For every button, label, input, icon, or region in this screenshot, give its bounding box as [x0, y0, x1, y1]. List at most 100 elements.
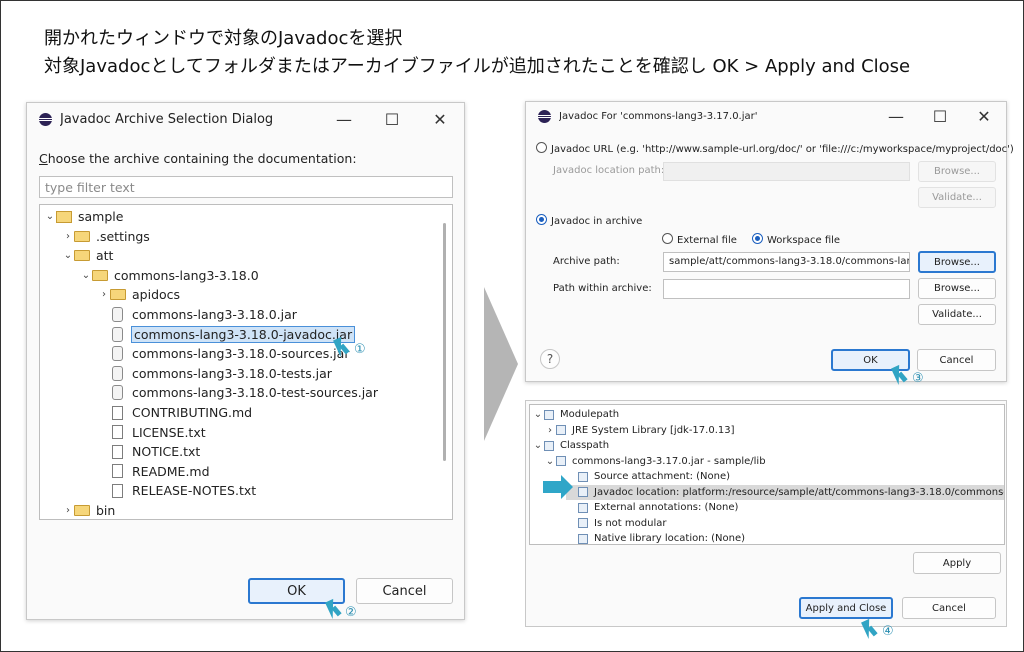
highlight-arrow-icon: [543, 475, 573, 499]
chevron-down-icon[interactable]: ⌄: [62, 250, 74, 261]
tree-item[interactable]: commons-lang3-3.18.0-javadoc.jar: [98, 325, 356, 344]
tree-item[interactable]: NOTICE.txt: [98, 442, 200, 461]
folder-icon: [74, 230, 90, 242]
validate-archive-button[interactable]: Validate...: [918, 304, 996, 325]
apply-button[interactable]: Apply: [913, 552, 1001, 574]
close-button[interactable]: ✕: [962, 107, 1006, 126]
entry-icon: [578, 518, 588, 528]
jar-file-icon: [112, 365, 123, 381]
flow-arrow-icon: [484, 287, 518, 441]
filter-input[interactable]: type filter text: [39, 176, 453, 198]
path-within-input[interactable]: [663, 279, 910, 299]
folder-icon: [74, 250, 90, 262]
apply-and-close-button[interactable]: Apply and Close: [799, 597, 893, 619]
radio-selected-icon: [752, 233, 763, 244]
tree-item[interactable]: ⌄ sample: [44, 207, 124, 226]
tree-item-label: commons-lang3-3.17.0.jar - sample/lib: [572, 455, 766, 467]
text-file-icon: [112, 483, 123, 498]
tree-item[interactable]: LICENSE.txt: [98, 423, 206, 442]
modulepath-node[interactable]: ⌄ Modulepath: [532, 407, 619, 422]
tree-item-label: commons-lang3-3.18.0-tests.jar: [132, 365, 332, 381]
maximize-button[interactable]: ☐: [918, 107, 962, 126]
tree-item-label: Classpath: [560, 440, 610, 451]
chevron-down-icon[interactable]: ⌄: [80, 270, 92, 281]
minimize-button[interactable]: —: [320, 110, 368, 129]
archive-selection-dialog: Javadoc Archive Selection Dialog — ☐ ✕ C…: [26, 102, 465, 620]
tree-item[interactable]: ⌄ commons-lang3-3.18.0: [80, 266, 259, 285]
entry-icon: [544, 440, 554, 451]
markdown-file-icon: [112, 405, 123, 420]
tree-item[interactable]: CONTRIBUTING.md: [98, 403, 252, 422]
tree-item-label: NOTICE.txt: [132, 444, 201, 460]
chevron-down-icon[interactable]: ⌄: [44, 211, 56, 222]
tree-item[interactable]: › .settings: [62, 227, 150, 246]
jar-file-icon: [112, 307, 123, 322]
chevron-right-icon[interactable]: ›: [62, 505, 74, 516]
tree-item-label: att: [96, 248, 114, 264]
path-within-label: Path within archive:: [553, 283, 652, 294]
tree-scrollbar[interactable]: [443, 223, 446, 461]
tree-item-label: apidocs: [132, 287, 181, 303]
eclipse-icon: [39, 112, 52, 126]
tree-item[interactable]: › bin: [62, 501, 116, 519]
tree-item[interactable]: commons-lang3-3.18.0-sources.jar: [98, 344, 349, 363]
not-modular-node[interactable]: Is not modular: [566, 516, 666, 531]
tree-item[interactable]: ⌄ att: [62, 246, 114, 265]
instruction-line-2: 対象Javadocとしてフォルダまたはアーカイブファイルが追加されたことを確認し…: [44, 56, 911, 77]
workspace-tree[interactable]: ⌄ sample › .settings ⌄ att ⌄ commons-lang3-3.18…: [39, 204, 453, 520]
browse-archive-button[interactable]: Browse...: [918, 251, 996, 273]
native-library-node[interactable]: Native library location: (None): [566, 531, 745, 544]
chevron-down-icon[interactable]: ⌄: [544, 456, 556, 467]
chevron-right-icon[interactable]: ›: [544, 425, 556, 436]
text-file-icon: [112, 425, 123, 440]
chevron-down-icon[interactable]: ⌄: [532, 409, 544, 420]
step-4-marker: ④: [882, 624, 894, 639]
browse-within-button[interactable]: Browse...: [918, 278, 996, 299]
workspace-file-radio[interactable]: Workspace file: [752, 233, 840, 246]
tree-item[interactable]: commons-lang3-3.18.0-test-sources.jar: [98, 383, 378, 402]
build-path-tree[interactable]: ⌄ Modulepath › JRE System Library [jdk-17.0…: [529, 404, 1005, 545]
classpath-node[interactable]: ⌄ Classpath: [532, 438, 609, 453]
tree-item[interactable]: › apidocs: [98, 285, 180, 304]
location-path-input[interactable]: [663, 162, 910, 181]
validate-url-button[interactable]: Validate...: [918, 187, 996, 208]
archive-prompt-label: Choose the archive containing the docume…: [39, 151, 357, 166]
javadoc-location-node[interactable]: Javadoc location: platform:/resource/sam…: [566, 484, 1004, 500]
tree-item-label: LICENSE.txt: [132, 424, 206, 440]
cancel-button[interactable]: Cancel: [356, 578, 453, 604]
minimize-button[interactable]: —: [874, 107, 918, 126]
chevron-right-icon[interactable]: ›: [98, 289, 110, 300]
url-radio[interactable]: Javadoc URL (e.g. 'http://www.sample-url…: [536, 142, 1014, 155]
archive-radio[interactable]: Javadoc in archive: [536, 214, 642, 227]
external-annotations-node[interactable]: External annotations: (None): [566, 500, 738, 515]
tree-item-label: bin: [96, 503, 116, 518]
maximize-button[interactable]: ☐: [368, 110, 416, 129]
tree-item[interactable]: README.md: [98, 462, 210, 481]
folder-icon: [110, 289, 126, 301]
chevron-down-icon[interactable]: ⌄: [532, 440, 544, 451]
tree-item-label: CONTRIBUTING.md: [132, 405, 253, 420]
close-button[interactable]: ✕: [416, 110, 464, 129]
jar-node[interactable]: ⌄ commons-lang3-3.17.0.jar - sample/lib: [544, 454, 766, 469]
tree-item-label: README.md: [132, 463, 210, 479]
archive-path-label: Archive path:: [553, 256, 620, 267]
tree-item[interactable]: RELEASE-NOTES.txt: [98, 481, 256, 500]
step-3-marker: ③: [912, 371, 924, 386]
radio-selected-icon: [536, 214, 547, 225]
external-file-radio[interactable]: External file: [662, 233, 737, 246]
workspace-file-label: Workspace file: [767, 235, 841, 246]
tree-item[interactable]: commons-lang3-3.18.0-tests.jar: [98, 364, 332, 383]
cancel-button[interactable]: Cancel: [917, 349, 996, 371]
jre-library-node[interactable]: › JRE System Library [jdk-17.0.13]: [544, 423, 735, 438]
help-icon[interactable]: ?: [540, 349, 560, 369]
cancel-button[interactable]: Cancel: [902, 597, 996, 619]
tree-item-label: commons-lang3-3.18.0-javadoc.jar: [130, 325, 356, 343]
chevron-right-icon[interactable]: ›: [62, 231, 74, 242]
markdown-file-icon: [112, 464, 123, 479]
tree-item[interactable]: commons-lang3-3.18.0.jar: [98, 305, 297, 324]
source-attachment-node[interactable]: Source attachment: (None): [566, 469, 730, 484]
archive-path-input[interactable]: sample/att/commons-lang3-3.18.0/commons-…: [663, 252, 910, 272]
javadoc-location-dialog: Javadoc For 'commons-lang3-3.17.0.jar' —…: [525, 101, 1014, 382]
browse-url-button[interactable]: Browse...: [918, 161, 996, 182]
project-icon: [56, 210, 72, 223]
